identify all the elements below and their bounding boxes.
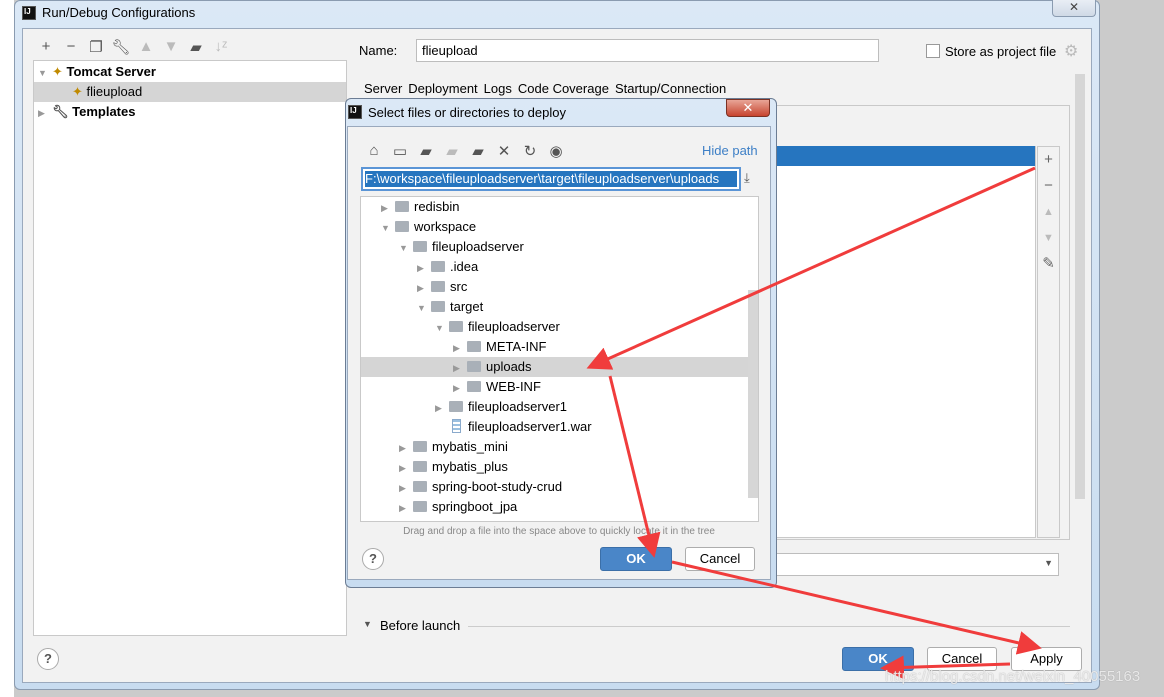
arrow-to-apply — [671, 560, 1042, 655]
annotation-arrows — [586, 166, 1042, 680]
arrow-to-chooser-ok — [608, 375, 661, 558]
watermark: https://blog.csdn.net/weixin_40055163 — [885, 668, 1141, 685]
arrow-to-uploads — [586, 166, 1036, 370]
